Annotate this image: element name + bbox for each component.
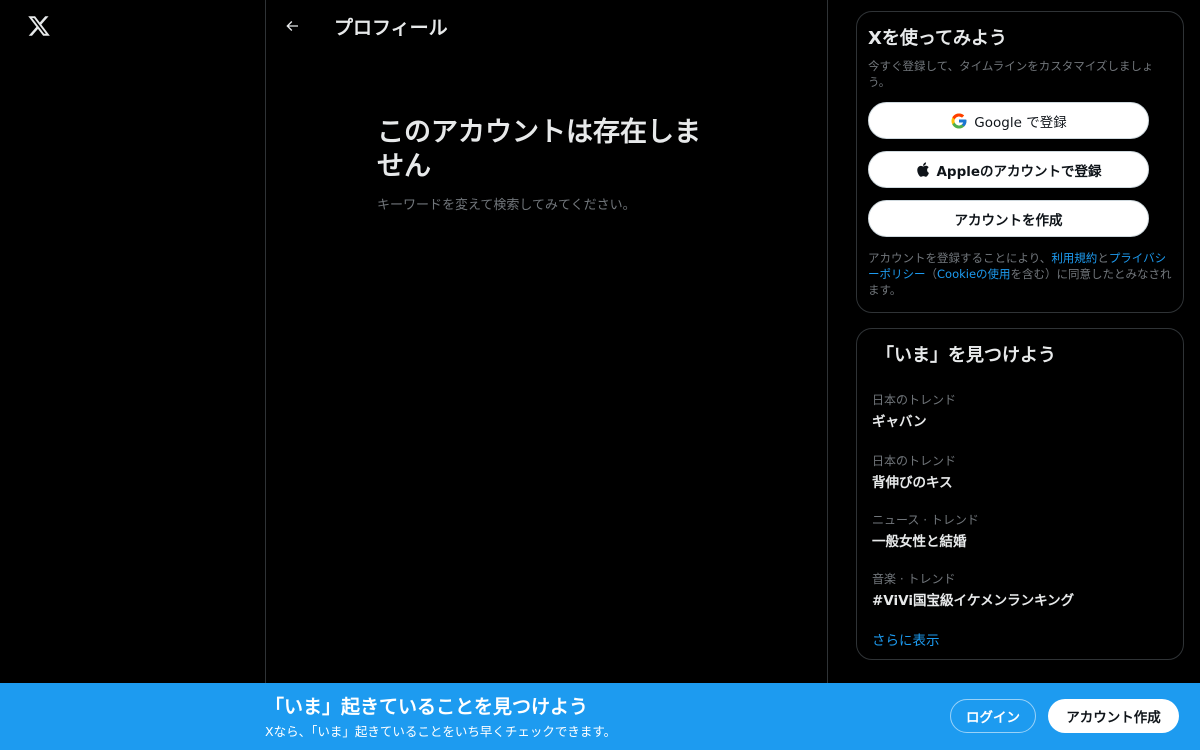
page-title: プロフィール [334,16,448,39]
terms-and: と [1097,251,1109,265]
terms-of-service-link[interactable]: 利用規約 [1051,251,1097,265]
trend-item[interactable]: ニュース · トレンド 一般女性と結婚 [872,497,1168,556]
trend-item[interactable]: 日本のトレンド ギャバン [872,379,1168,438]
signup-card-title: Xを使ってみよう [868,28,1007,49]
empty-state-title: このアカウントは存在しません [377,117,701,182]
banner-subtitle: Xなら、「いま」起きていることをいち早くチェックできます。 [265,724,617,739]
trend-list: 日本のトレンド ギャバン 日本のトレンド 背伸びのキス ニュース · トレンド … [872,379,1168,615]
google-signup-label: Google で登録 [974,114,1067,131]
trend-item[interactable]: 音楽 · トレンド #ViVi国宝級イケメンランキング [872,556,1168,615]
empty-state: このアカウントは存在しません キーワードを変えて検索してみてください。 [377,116,717,213]
show-more-link[interactable]: さらに表示 [872,629,940,649]
empty-state-subtitle: キーワードを変えて検索してみてください。 [377,198,636,213]
arrow-left-icon [286,21,298,31]
trend-meta: ニュース · トレンド [872,513,979,527]
apple-icon [917,162,930,177]
create-account-button[interactable]: アカウントを作成 [868,200,1149,237]
terms-notice: アカウントを登録することにより、利用規約とプライバシーポリシー（Cookieの使… [868,250,1172,298]
main-column: プロフィール このアカウントは存在しません キーワードを変えて検索してみてくださ… [266,0,828,750]
back-button[interactable] [274,8,310,44]
banner-title: 「いま」起きていることを見つけよう [265,696,589,718]
profile-header: プロフィール [266,0,827,52]
apple-signup-button[interactable]: Appleのアカウントで登録 [868,151,1149,188]
trend-name: 背伸びのキス [872,475,953,491]
signup-card-description: 今すぐ登録して、タイムラインをカスタマイズしましょう。 [868,59,1154,89]
trend-meta: 日本のトレンド [872,393,957,407]
trend-name: 一般女性と結婚 [872,534,967,550]
trends-card-title: 「いま」を見つけよう [876,345,1056,366]
terms-paren: （ [925,267,938,281]
google-icon [951,113,967,128]
x-logo-icon[interactable] [27,14,51,38]
trend-name: #ViVi国宝級イケメンランキング [872,593,1075,609]
trends-card: 「いま」を見つけよう 日本のトレンド ギャバン 日本のトレンド 背伸びのキス ニ… [856,328,1184,660]
signup-button[interactable]: アカウント作成 [1048,699,1179,733]
trend-item[interactable]: 日本のトレンド 背伸びのキス [872,438,1168,497]
trend-meta: 音楽 · トレンド [872,572,956,586]
trend-meta: 日本のトレンド [872,454,957,468]
terms-prefix: アカウントを登録することにより、 [868,251,1052,265]
trend-name: ギャバン [872,414,927,430]
apple-signup-label: Appleのアカウントで登録 [936,163,1102,180]
banner-text: 「いま」起きていることを見つけよう Xなら、「いま」起きていることをいち早くチェ… [265,692,616,740]
signup-card: Xを使ってみよう 今すぐ登録して、タイムラインをカスタマイズしましょう。 Goo… [856,11,1184,313]
login-button[interactable]: ログイン [950,699,1036,733]
left-navigation [0,0,266,750]
cookie-policy-link[interactable]: Cookieの使用 [937,267,1011,281]
create-account-label: アカウントを作成 [954,212,1063,229]
right-sidebar: Xを使ってみよう 今すぐ登録して、タイムラインをカスタマイズしましょう。 Goo… [856,11,1184,660]
bottom-signup-banner: 「いま」起きていることを見つけよう Xなら、「いま」起きていることをいち早くチェ… [0,683,1200,750]
google-signup-button[interactable]: Google で登録 [868,102,1149,139]
app-root: プロフィール このアカウントは存在しません キーワードを変えて検索してみてくださ… [0,0,1200,750]
